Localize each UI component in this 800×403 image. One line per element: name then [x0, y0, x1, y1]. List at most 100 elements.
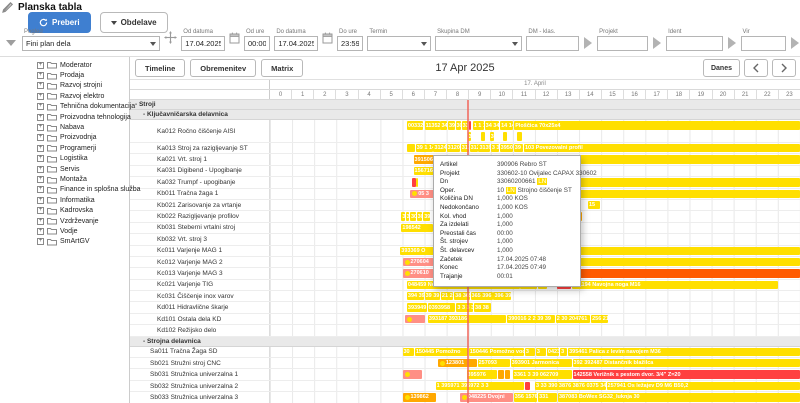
- gantt-bar[interactable]: 142558 Verižnik s pestom dvor. 3/4" Z=20: [573, 370, 800, 378]
- calendar-icon[interactable]: [229, 31, 240, 49]
- gantt-bar[interactable]: 0423: [547, 348, 559, 356]
- gantt-bar[interactable]: 3: [406, 212, 410, 220]
- gantt-bar[interactable]: [498, 370, 504, 378]
- next-day-button[interactable]: [772, 59, 796, 77]
- sidebar-item-monta-a[interactable]: +Montaža: [0, 174, 129, 184]
- gantt-bar[interactable]: 30: [490, 132, 494, 141]
- from-date-input[interactable]: [181, 36, 225, 51]
- gantt-bar[interactable]: 393901 Jarmonica: [511, 359, 572, 367]
- calendar-icon[interactable]: [322, 31, 333, 49]
- gantt-bar[interactable]: 30: [417, 212, 423, 220]
- gantt-bar[interactable]: [407, 144, 415, 152]
- gantt-bar[interactable]: 3 3 3 3: [456, 303, 473, 311]
- gantt-bar[interactable]: 270604: [403, 258, 436, 266]
- gantt-bar[interactable]: 21 21: [441, 292, 453, 300]
- gantt-bar[interactable]: Ploščica 70x25x4: [514, 121, 800, 130]
- vir-input[interactable]: [741, 36, 786, 51]
- gantt-bar[interactable]: 34: [440, 121, 447, 130]
- gantt-bar[interactable]: 14 1411: [500, 121, 513, 130]
- expand-plus-icon[interactable]: +: [37, 166, 44, 173]
- gantt-bar[interactable]: 113527: [425, 121, 440, 130]
- gantt-bar[interactable]: 34 34103: [485, 121, 500, 130]
- sidebar-item-servis[interactable]: +Servis: [0, 164, 129, 174]
- gantt-bar[interactable]: 30: [410, 212, 416, 220]
- gantt-bar[interactable]: 31393: [478, 144, 489, 152]
- sidebar-item-proizvodnja[interactable]: +Proizvodnja: [0, 133, 129, 143]
- sidebar-item-smartgv[interactable]: +SmArtGV: [0, 237, 129, 247]
- expand-plus-icon[interactable]: +: [37, 155, 44, 162]
- gantt-bar[interactable]: [416, 178, 418, 186]
- gantt-bar[interactable]: 394 394: [407, 292, 424, 300]
- gantt-bar[interactable]: 1 1 1 1 2: [473, 121, 484, 130]
- expand-plus-icon[interactable]: +: [37, 218, 44, 225]
- sidebar-collapse-icon[interactable]: [6, 40, 16, 46]
- dm-klas-lookup-icon[interactable]: [584, 37, 592, 49]
- gantt-bar[interactable]: 2 30 204761: [556, 315, 590, 323]
- gantt-bar[interactable]: 312060: [447, 144, 460, 152]
- sidebar-item-vzdr-evanje[interactable]: +Vzdrževanje: [0, 216, 129, 226]
- gantt-bar[interactable]: 365 396: [471, 292, 493, 300]
- expand-plus-icon[interactable]: +: [37, 103, 44, 110]
- to-time-input[interactable]: [337, 36, 363, 51]
- gantt-bar[interactable]: 39 395: [514, 144, 523, 152]
- gantt-bar[interactable]: 387083 BoWex SG32_luknja 30: [558, 393, 800, 401]
- gantt-bar[interactable]: 3: [525, 348, 535, 356]
- gantt-bar[interactable]: 390016 2 2 39 39: [507, 315, 555, 323]
- sidebar-item-moderator[interactable]: +Moderator: [0, 60, 129, 70]
- gantt-bar[interactable]: 3124: [433, 144, 445, 152]
- gantt-bar[interactable]: 103 Povezovalni profil: [524, 144, 800, 152]
- gantt-bar[interactable]: 0393958: [428, 303, 456, 311]
- gantt-bar[interactable]: [469, 121, 471, 130]
- move-handle-icon[interactable]: [164, 31, 177, 49]
- gantt-group-row[interactable]: - Ključavničarska delavnica: [130, 110, 800, 120]
- sidebar-item-nabava[interactable]: +Nabava: [0, 122, 129, 132]
- gantt-bar[interactable]: 150445 Pomožno: [415, 348, 468, 356]
- gantt-bar[interactable]: 396 395: [493, 292, 510, 300]
- gantt-bar[interactable]: [405, 315, 425, 323]
- gantt-bar[interactable]: 256 2134 3 3: [591, 315, 608, 323]
- gantt-bar[interactable]: [505, 370, 510, 378]
- sidebar-item-programerji[interactable]: +Programerji: [0, 143, 129, 153]
- gantt-bar[interactable]: 3 33 390 3876 3876 0375 340: [535, 382, 606, 390]
- gantt-bar[interactable]: [403, 370, 423, 378]
- gantt-bar[interactable]: 331: [538, 393, 557, 401]
- sidebar-item-proizvodna-tehnologija[interactable]: +Proizvodna tehnologija: [0, 112, 129, 122]
- expand-plus-icon[interactable]: +: [37, 145, 44, 152]
- expand-plus-icon[interactable]: +: [37, 134, 44, 141]
- expand-plus-icon[interactable]: +: [37, 93, 44, 100]
- gantt-bar[interactable]: 3: [401, 212, 404, 220]
- gantt-bar[interactable]: 123801: [438, 359, 477, 367]
- gantt-bar[interactable]: 39: [423, 212, 430, 220]
- gantt-bar[interactable]: 30: [403, 348, 414, 356]
- pogled-select[interactable]: Fini plan dela: [22, 36, 160, 51]
- expand-plus-icon[interactable]: +: [37, 207, 44, 214]
- expand-plus-icon[interactable]: +: [37, 114, 44, 121]
- gantt-bar[interactable]: 139862: [403, 393, 436, 401]
- gantt-bar[interactable]: 150446 Pomožno vodilo: [469, 348, 524, 356]
- gantt-bar[interactable]: 3: [536, 348, 546, 356]
- gantt-bar[interactable]: 30: [456, 121, 461, 130]
- sidebar-item-logistika[interactable]: +Logistika: [0, 154, 129, 164]
- expand-plus-icon[interactable]: +: [37, 124, 44, 131]
- sidebar-item-tehni-na-dokumentacija[interactable]: +Tehnična dokumentacija: [0, 102, 129, 112]
- gantt-bar[interactable]: 39 1 14 3: [416, 144, 433, 152]
- to-date-input[interactable]: [274, 36, 318, 51]
- gantt-bar[interactable]: 257941 Os ležajev D9 M6 B50,2: [607, 382, 800, 390]
- ident-lookup-icon[interactable]: [728, 37, 736, 49]
- gantt-bar[interactable]: 3 3: [491, 144, 499, 152]
- gantt-bar[interactable]: 003325: [407, 121, 424, 130]
- gantt-bar[interactable]: 39 39: [425, 292, 440, 300]
- expand-plus-icon[interactable]: +: [37, 228, 44, 235]
- sidebar-item-kadrovska[interactable]: +Kadrovska: [0, 205, 129, 215]
- sidebar-item-vodje[interactable]: +Vodje: [0, 226, 129, 236]
- expand-plus-icon[interactable]: +: [37, 62, 44, 69]
- gantt-bar[interactable]: 393949: [407, 303, 427, 311]
- gantt-bar[interactable]: [481, 132, 485, 141]
- gantt-bar[interactable]: [517, 132, 521, 141]
- gantt-bar[interactable]: 392 392487 Distančnik blažilca: [573, 359, 800, 367]
- ident-input[interactable]: [666, 36, 722, 51]
- gantt-bar[interactable]: 3950 3950: [500, 144, 513, 152]
- termin-select[interactable]: [367, 36, 431, 51]
- today-button[interactable]: Danes: [703, 59, 740, 77]
- gantt-group-row[interactable]: - Strojna delavnica: [130, 337, 800, 347]
